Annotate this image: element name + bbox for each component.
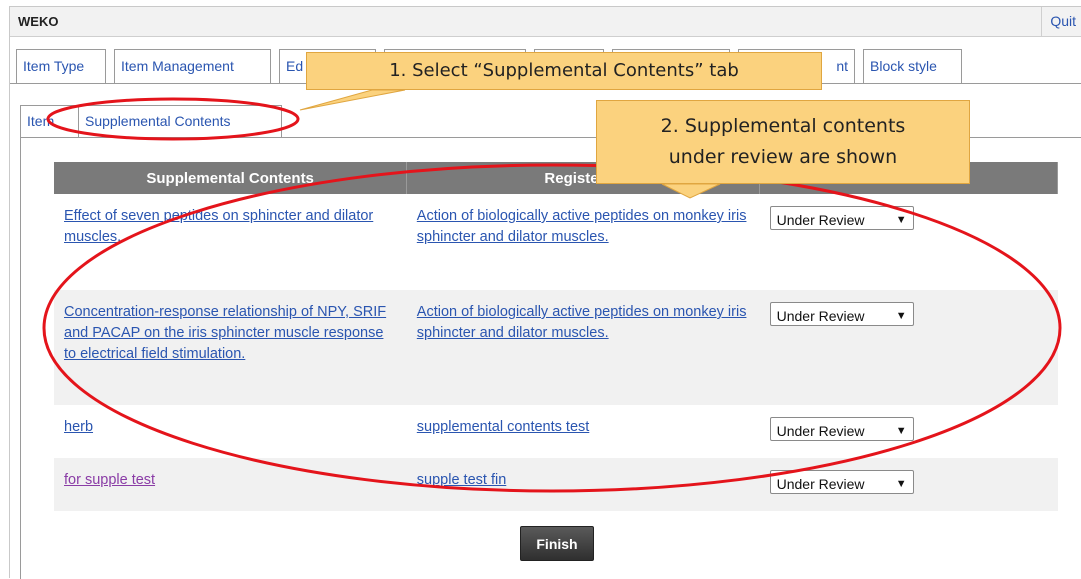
table-row: for supple test supple test fin Under Re… — [54, 458, 1058, 511]
callout-step2-line1: 2. Supplemental contents — [660, 115, 906, 137]
chevron-down-icon: ▼ — [895, 214, 907, 226]
callout-step1-text: 1. Select “Supplemental Contents” tab — [389, 60, 739, 81]
supplemental-link[interactable]: Effect of seven peptides on sphincter an… — [64, 208, 373, 245]
table-row: Effect of seven peptides on sphincter an… — [54, 194, 1058, 290]
subtab-item[interactable]: Item — [20, 105, 84, 137]
status-value: Under Review — [776, 476, 865, 492]
chevron-down-icon: ▼ — [895, 425, 907, 437]
callout-step1: 1. Select “Supplemental Contents” tab — [306, 52, 822, 90]
finish-button[interactable]: Finish — [520, 526, 594, 561]
status-value: Under Review — [776, 423, 865, 439]
registered-link[interactable]: supplemental contents test — [417, 419, 590, 435]
registered-link[interactable]: supple test fin — [417, 472, 506, 488]
supplemental-table: Supplemental Contents Registered Effect … — [54, 162, 1058, 511]
chevron-down-icon: ▼ — [895, 478, 907, 490]
callout-step2-line2: under review are shown — [668, 146, 898, 168]
tab-item-type[interactable]: Item Type — [16, 49, 106, 83]
status-select[interactable]: Under Review ▼ — [769, 206, 914, 230]
table-row: herb supplemental contents test Under Re… — [54, 405, 1058, 458]
subtab-supplemental-contents[interactable]: Supplemental Contents — [78, 105, 282, 137]
callout-step2: 2. Supplemental contents under review ar… — [596, 100, 970, 184]
quit-link[interactable]: Quit — [1041, 7, 1081, 36]
supplemental-link[interactable]: for supple test — [64, 472, 155, 488]
status-value: Under Review — [776, 212, 865, 228]
table-row: Concentration-response relationship of N… — [54, 290, 1058, 405]
weko-window: WEKO Quit Item Type Item Management Ed n… — [9, 6, 1081, 579]
status-select[interactable]: Under Review ▼ — [769, 417, 914, 441]
app-title: WEKO — [18, 14, 59, 29]
supplemental-link[interactable]: Concentration-response relationship of N… — [64, 304, 386, 362]
supplemental-panel: Supplemental Contents Registered Effect … — [20, 137, 1081, 579]
registered-link[interactable]: Action of biologically active peptides o… — [417, 208, 747, 245]
status-value: Under Review — [776, 308, 865, 324]
status-select[interactable]: Under Review ▼ — [769, 302, 914, 326]
status-select[interactable]: Under Review ▼ — [769, 470, 914, 494]
title-bar: WEKO Quit — [10, 7, 1081, 37]
registered-link[interactable]: Action of biologically active peptides o… — [417, 304, 747, 341]
supplemental-link[interactable]: herb — [64, 419, 93, 435]
chevron-down-icon: ▼ — [895, 310, 907, 322]
header-supplemental-contents: Supplemental Contents — [54, 162, 408, 194]
tab-item-management[interactable]: Item Management — [114, 49, 271, 83]
tab-block-style[interactable]: Block style — [863, 49, 962, 83]
